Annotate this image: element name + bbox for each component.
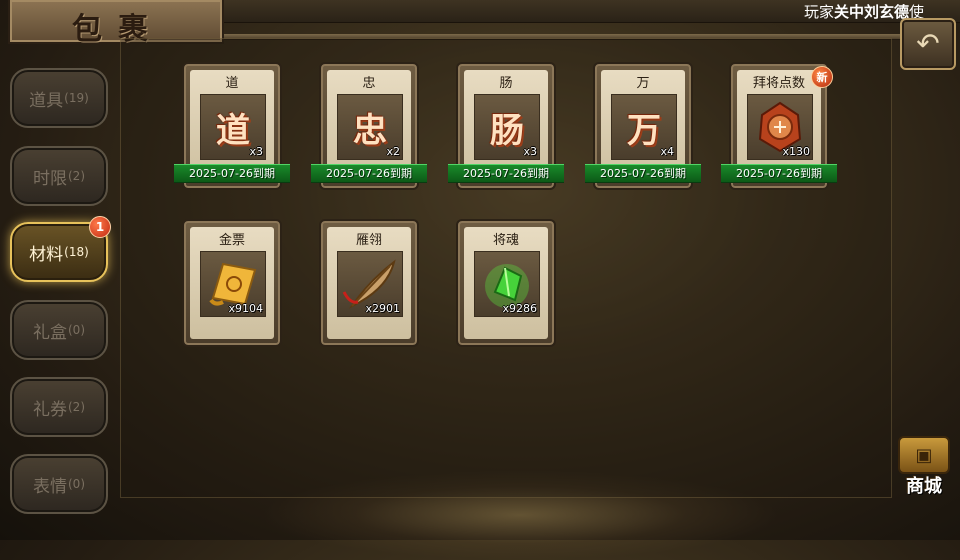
back-arrow-icon: ↶ — [916, 27, 940, 60]
item-quantity: x9104 — [228, 302, 263, 315]
item-name: 金票 — [218, 233, 245, 248]
expiry-banner: 2025-07-26到期 — [448, 164, 564, 183]
tab-label: 礼盒 — [33, 322, 67, 343]
expiry-banner: 2025-07-26到期 — [311, 164, 427, 183]
item-icon-box: 道 x3 — [200, 94, 266, 160]
item-name: 肠 — [499, 76, 513, 91]
item-card-recruit-points[interactable]: 拜将点数 x130 2025-07-26到期 新 — [721, 62, 837, 190]
item-card-feather[interactable]: 雁翎 x2901 — [319, 219, 419, 347]
tab-label: 材料 — [29, 244, 64, 265]
item-quantity: x4 — [660, 145, 674, 158]
marquee-player-name: 关中刘玄德 — [834, 3, 910, 21]
treasure-chest-icon: ▣ — [898, 436, 950, 474]
new-badge: 新 — [811, 66, 833, 88]
notification-badge: 1 — [89, 216, 111, 238]
tab-count: (0) — [68, 477, 85, 491]
tab-label: 表情 — [33, 476, 67, 497]
item-quantity: x9286 — [502, 302, 537, 315]
item-name: 拜将点数 — [752, 76, 805, 91]
tab-timed[interactable]: 时限 (2) — [10, 146, 108, 206]
tab-label: 时限 — [33, 168, 67, 189]
tab-label: 道具 — [29, 90, 64, 111]
tab-count: (19) — [64, 91, 89, 105]
item-quantity: x2901 — [365, 302, 400, 315]
card-face: 金票 x9104 — [190, 227, 274, 339]
item-card-wan[interactable]: 万 万 x4 2025-07-26到期 — [585, 62, 701, 190]
tab-count: (2) — [68, 400, 85, 414]
item-name: 道 — [225, 76, 239, 91]
item-card-zhong[interactable]: 忠 忠 x2 2025-07-26到期 — [311, 62, 427, 190]
item-quantity: x130 — [782, 145, 810, 158]
item-icon-box: 肠 x3 — [474, 94, 540, 160]
tab-emotes[interactable]: 表情 (0) — [10, 454, 108, 514]
item-icon-box: 万 x4 — [611, 94, 677, 160]
item-card-chang[interactable]: 肠 肠 x3 2025-07-26到期 — [448, 62, 564, 190]
expiry-banner: 2025-07-26到期 — [585, 164, 701, 183]
item-icon-box: x9286 — [474, 251, 540, 317]
card-face: 将魂 x9286 — [464, 227, 548, 339]
tab-count: (0) — [68, 323, 85, 337]
item-icon-box: x2901 — [337, 251, 403, 317]
tab-count: (18) — [64, 245, 89, 259]
item-card-general-soul[interactable]: 将魂 x9286 — [456, 219, 556, 347]
item-quantity: x2 — [386, 145, 400, 158]
item-card-dao[interactable]: 道 道 x3 2025-07-26到期 — [174, 62, 290, 190]
tab-items[interactable]: 道具 (19) — [10, 68, 108, 128]
tab-label: 礼券 — [33, 399, 67, 420]
card-face: 雁翎 x2901 — [327, 227, 411, 339]
item-name: 雁翎 — [355, 233, 382, 248]
tab-gift-box[interactable]: 礼盒 (0) — [10, 300, 108, 360]
tab-vouchers[interactable]: 礼券 (2) — [10, 377, 108, 437]
back-button[interactable]: ↶ — [900, 18, 956, 70]
item-name: 万 — [636, 76, 650, 91]
item-icon-box: x130 — [747, 94, 813, 160]
expiry-banner: 2025-07-26到期 — [721, 164, 837, 183]
item-quantity: x3 — [249, 145, 263, 158]
item-icon-box: x9104 — [200, 251, 266, 317]
tab-count: (2) — [68, 169, 85, 183]
item-card-gold-ticket[interactable]: 金票 x9104 — [182, 219, 282, 347]
item-icon-box: 忠 x2 — [337, 94, 403, 160]
shop-button[interactable]: ▣ 商城 — [892, 436, 956, 500]
shop-label: 商城 — [906, 476, 942, 497]
item-quantity: x3 — [523, 145, 537, 158]
item-name: 将魂 — [492, 233, 519, 248]
marquee-prefix: 玩家 — [804, 3, 835, 21]
item-name: 忠 — [362, 76, 376, 91]
expiry-banner: 2025-07-26到期 — [174, 164, 290, 183]
